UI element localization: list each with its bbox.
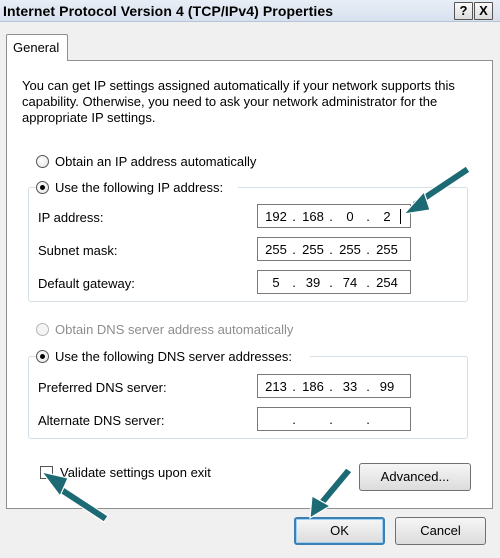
- octet-separator: .: [329, 242, 333, 257]
- dns-manual-radio[interactable]: [36, 350, 49, 363]
- tab-general[interactable]: General: [6, 34, 68, 61]
- ip-manual-radio[interactable]: [36, 181, 49, 194]
- cancel-button[interactable]: Cancel: [395, 517, 486, 545]
- title-bar: Internet Protocol Version 4 (TCP/IPv4) P…: [0, 0, 500, 22]
- default-gateway-octet: 74: [342, 275, 358, 290]
- ip-address-label: IP address:: [38, 210, 104, 225]
- preferred-dns-field[interactable]: 213 . 186 . 33 . 99: [257, 374, 411, 398]
- octet-separator: .: [292, 412, 296, 427]
- subnet-mask-field[interactable]: 255 . 255 . 255 . 255: [257, 237, 411, 261]
- octet-separator: .: [366, 242, 370, 257]
- octet-separator: .: [292, 275, 296, 290]
- alternate-dns-field[interactable]: . . .: [257, 407, 411, 431]
- ip-auto-option[interactable]: Obtain an IP address automatically: [36, 153, 276, 171]
- preferred-dns-octet: 99: [379, 379, 395, 394]
- preferred-dns-octet: 213: [265, 379, 287, 394]
- ip-auto-label: Obtain an IP address automatically: [55, 154, 257, 169]
- ip-address-octet: 168: [302, 209, 324, 224]
- tab-general-label: General: [13, 40, 60, 55]
- dns-auto-label: Obtain DNS server address automatically: [55, 322, 294, 337]
- subnet-mask-octet: 255: [376, 242, 398, 257]
- advanced-button[interactable]: Advanced...: [359, 463, 471, 491]
- ip-auto-radio[interactable]: [36, 155, 49, 168]
- octet-separator: .: [329, 379, 333, 394]
- ip-address-octet: 2: [383, 209, 391, 224]
- octet-separator: .: [292, 242, 296, 257]
- default-gateway-octet: 5: [272, 275, 280, 290]
- preferred-dns-octet: 186: [302, 379, 324, 394]
- octet-separator: .: [329, 275, 333, 290]
- default-gateway-octet: 39: [305, 275, 321, 290]
- octet-separator: .: [292, 379, 296, 394]
- arrow-icon: [309, 467, 353, 520]
- octet-separator: .: [366, 209, 370, 224]
- default-gateway-octet: 254: [376, 275, 398, 290]
- subnet-mask-octet: 255: [339, 242, 361, 257]
- preferred-dns-octet: 33: [342, 379, 358, 394]
- preferred-dns-label: Preferred DNS server:: [38, 380, 167, 395]
- default-gateway-label: Default gateway:: [38, 276, 135, 291]
- ip-address-octet: 192: [265, 209, 287, 224]
- ip-address-octet: 0: [346, 209, 354, 224]
- octet-separator: .: [366, 412, 370, 427]
- alternate-dns-label: Alternate DNS server:: [38, 413, 165, 428]
- close-button[interactable]: X: [474, 2, 493, 20]
- arrow-icon: [40, 471, 109, 523]
- octet-separator: .: [329, 209, 333, 224]
- default-gateway-field[interactable]: 5 . 39 . 74 . 254: [257, 270, 411, 294]
- subnet-mask-label: Subnet mask:: [38, 243, 118, 258]
- help-button[interactable]: ?: [454, 2, 473, 20]
- dns-manual-label: Use the following DNS server addresses:: [55, 349, 292, 364]
- ip-manual-label: Use the following IP address:: [55, 180, 224, 195]
- subnet-mask-octet: 255: [265, 242, 287, 257]
- arrow-icon: [402, 165, 471, 215]
- ip-manual-option[interactable]: Use the following IP address:: [36, 179, 238, 197]
- octet-separator: .: [366, 379, 370, 394]
- dns-manual-option[interactable]: Use the following DNS server addresses:: [36, 348, 310, 366]
- ip-address-field[interactable]: 192 . 168 . 0 . 2: [257, 204, 411, 228]
- subnet-mask-octet: 255: [302, 242, 324, 257]
- dns-auto-radio: [36, 323, 49, 336]
- octet-separator: .: [292, 209, 296, 224]
- dns-auto-option: Obtain DNS server address automatically: [36, 321, 316, 339]
- octet-separator: .: [329, 412, 333, 427]
- window-title: Internet Protocol Version 4 (TCP/IPv4) P…: [3, 3, 334, 19]
- octet-separator: .: [366, 275, 370, 290]
- description-text: You can get IP settings assigned automat…: [22, 78, 455, 125]
